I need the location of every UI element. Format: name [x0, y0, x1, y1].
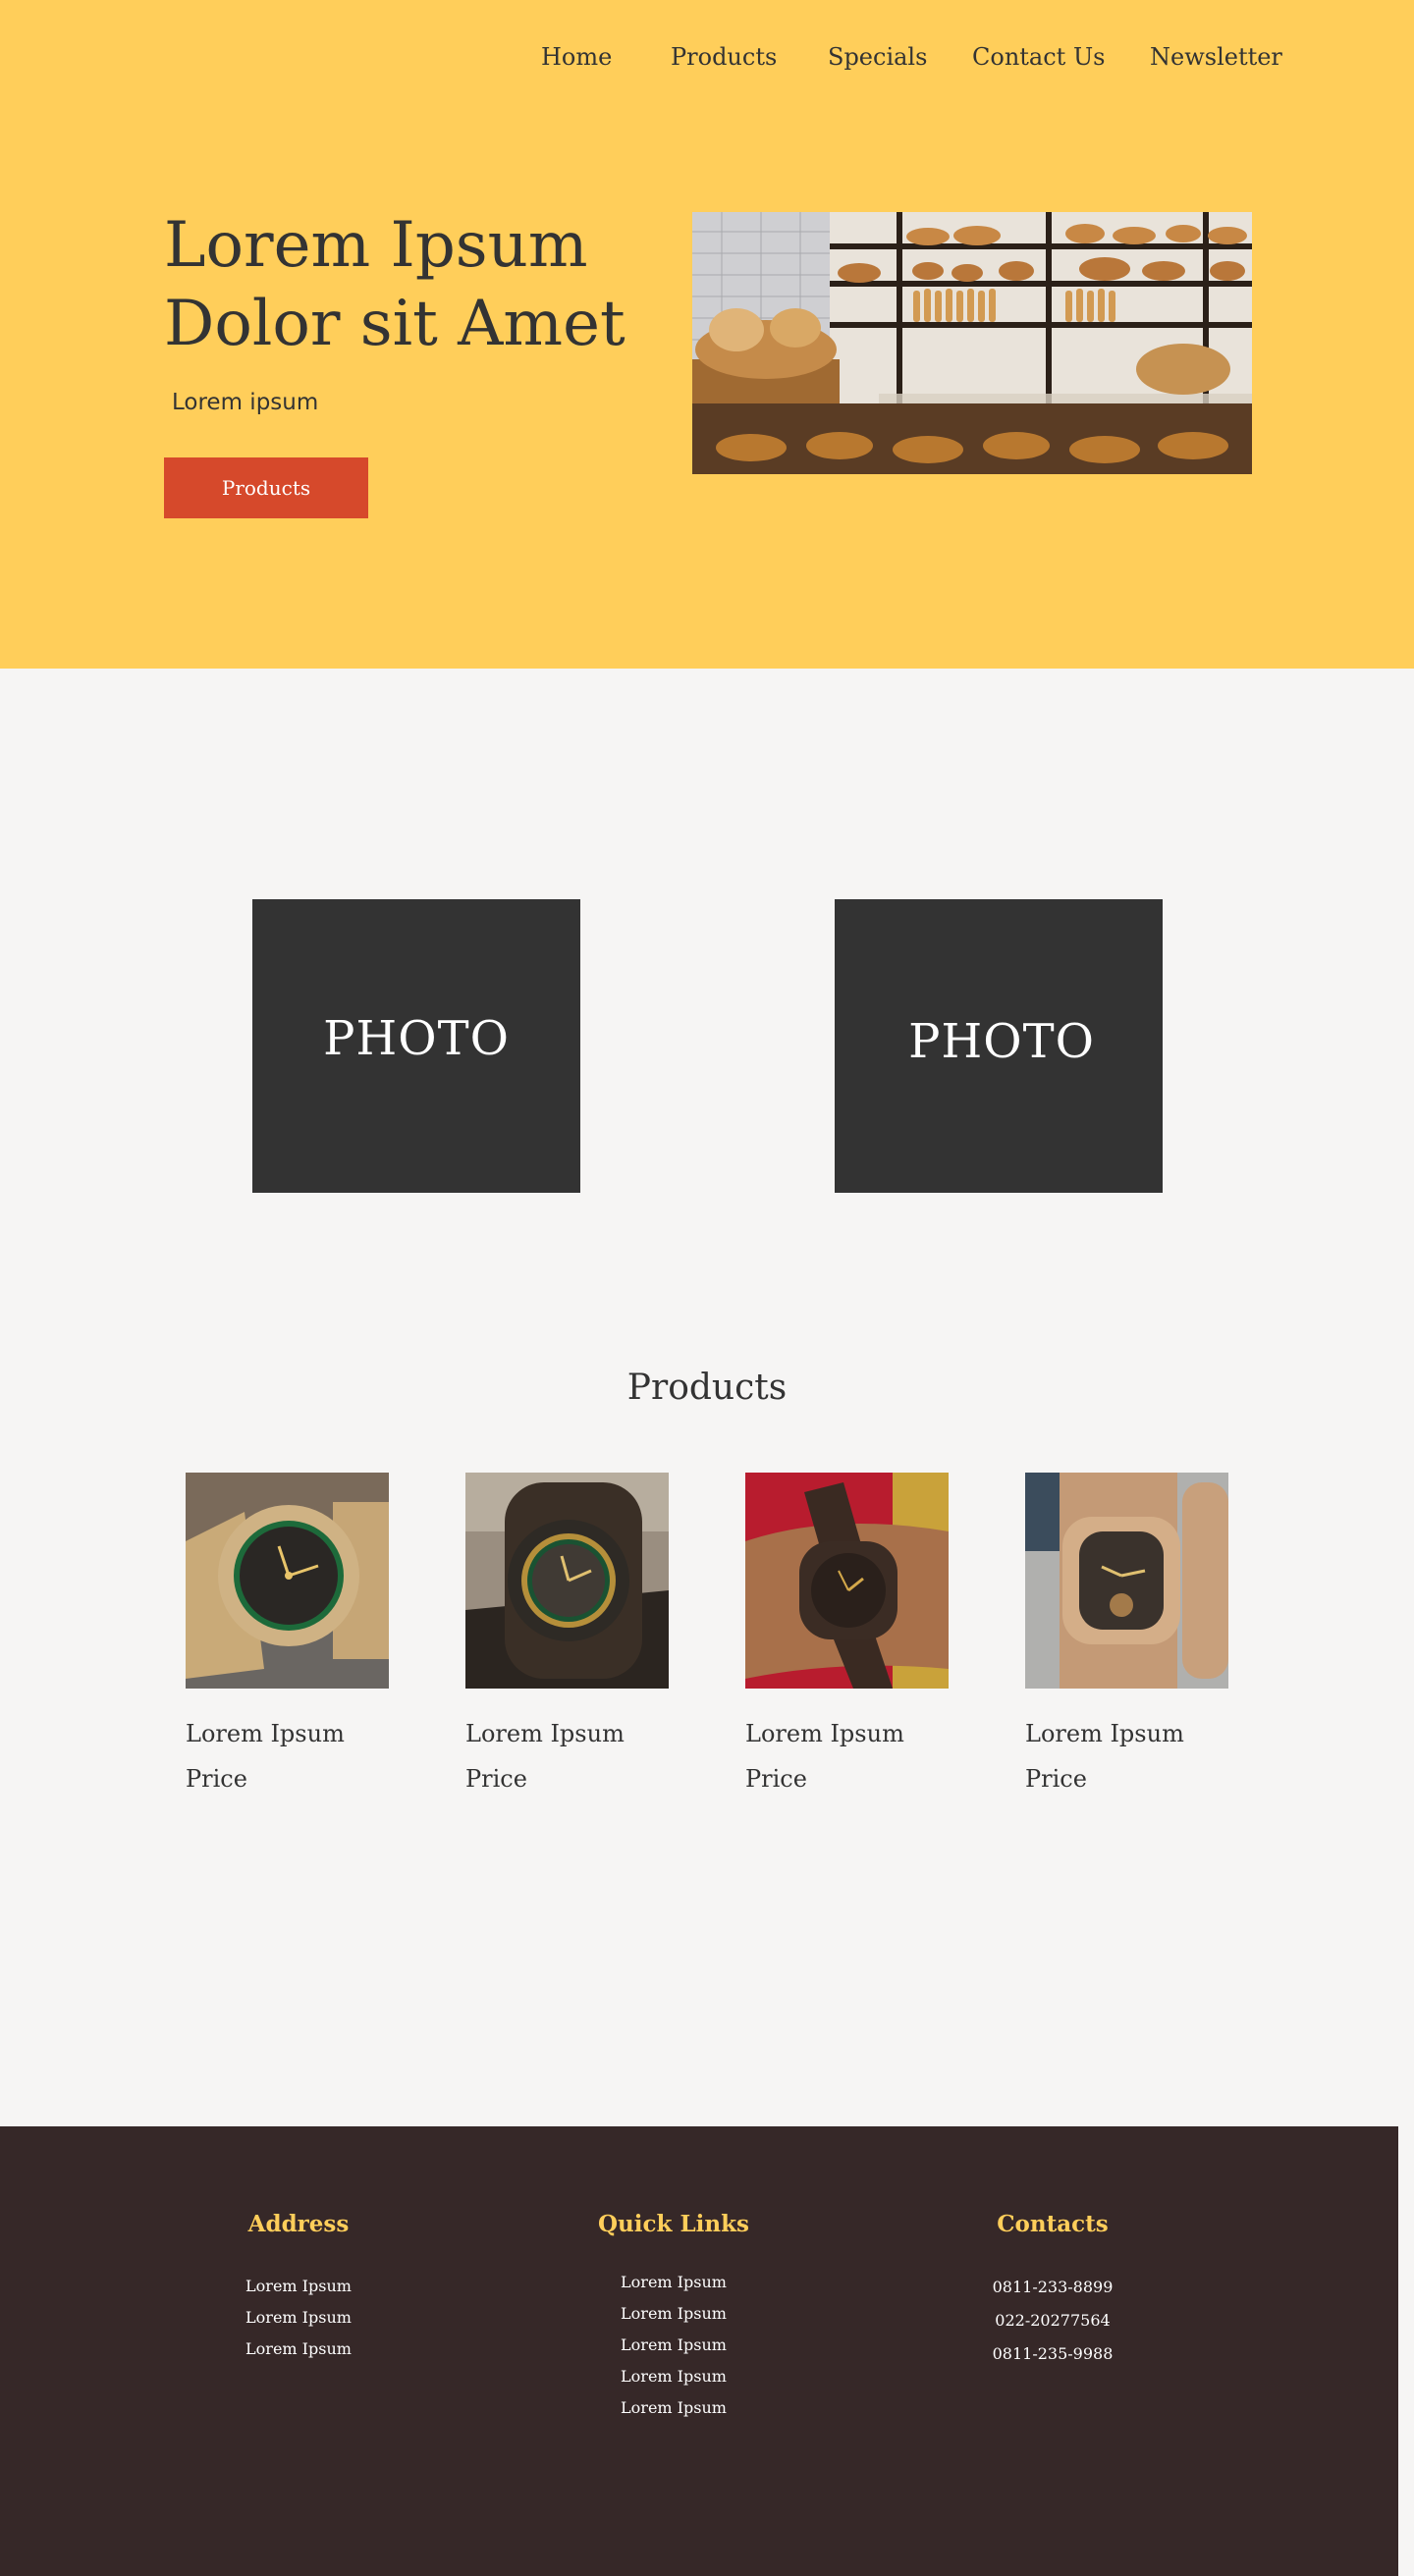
footer-phone: 022-20277564	[995, 2311, 1111, 2330]
footer-address-line: Lorem Ipsum	[245, 2277, 352, 2295]
hero-products-button[interactable]: Products	[164, 457, 368, 518]
footer-address: Address Lorem Ipsum Lorem Ipsum Lorem Ip…	[151, 2211, 446, 2365]
product-price: Price	[1025, 1765, 1087, 1793]
photo-placeholder-right: PHOTO	[835, 899, 1163, 1193]
product-image-wrist-watch[interactable]	[745, 1473, 949, 1689]
product-card[interactable]: Lorem Ipsum Price	[1025, 1473, 1228, 1806]
footer-quick-links-heading: Quick Links	[598, 2211, 749, 2237]
footer-quick-link[interactable]: Lorem Ipsum	[526, 2267, 821, 2298]
product-price: Price	[745, 1765, 807, 1793]
product-card[interactable]: Lorem Ipsum Price	[186, 1473, 389, 1806]
footer-phone: 0811-233-8899	[992, 2278, 1114, 2296]
nav-specials[interactable]: Specials	[828, 43, 927, 71]
product-image-dark-watch[interactable]	[465, 1473, 669, 1689]
footer-quick-link[interactable]: Lorem Ipsum	[526, 2392, 821, 2424]
nav-home[interactable]: Home	[541, 43, 612, 71]
photo-placeholder-left: PHOTO	[252, 899, 580, 1193]
footer-contacts-heading: Contacts	[997, 2211, 1109, 2237]
footer-quick-links: Quick Links Lorem Ipsum Lorem Ipsum Lore…	[526, 2211, 821, 2424]
product-name[interactable]: Lorem Ipsum	[186, 1720, 345, 1747]
product-name[interactable]: Lorem Ipsum	[745, 1720, 904, 1747]
footer-quick-link[interactable]: Lorem Ipsum	[526, 2330, 821, 2361]
footer-address-list: Lorem Ipsum Lorem Ipsum Lorem Ipsum	[151, 2271, 446, 2365]
product-name[interactable]: Lorem Ipsum	[1025, 1720, 1184, 1747]
photo-label-right: PHOTO	[908, 1013, 1095, 1069]
hero-bakery-image	[692, 212, 1252, 474]
nav-newsletter[interactable]: Newsletter	[1150, 43, 1282, 71]
footer-address-heading: Address	[247, 2211, 350, 2237]
footer-contacts-list: 0811-233-8899 022-20277564 0811-235-9988	[905, 2271, 1200, 2371]
hero-subtitle: Lorem ipsum	[172, 390, 319, 415]
product-price: Price	[465, 1765, 527, 1793]
footer-address-line: Lorem Ipsum	[245, 2339, 352, 2358]
footer-quick-links-list: Lorem Ipsum Lorem Ipsum Lorem Ipsum Lore…	[526, 2267, 821, 2424]
footer-address-line: Lorem Ipsum	[245, 2308, 352, 2327]
photo-label-left: PHOTO	[323, 1010, 510, 1066]
hero-title: Lorem Ipsum Dolor sit Amet	[164, 209, 625, 360]
product-name[interactable]: Lorem Ipsum	[465, 1720, 625, 1747]
footer-contacts: Contacts 0811-233-8899 022-20277564 0811…	[905, 2211, 1200, 2371]
product-image-wooden-watch[interactable]	[186, 1473, 389, 1689]
nav-contact-us[interactable]: Contact Us	[972, 43, 1105, 71]
product-card[interactable]: Lorem Ipsum Price	[465, 1473, 669, 1806]
footer-phone: 0811-235-9988	[992, 2344, 1114, 2363]
footer-quick-link[interactable]: Lorem Ipsum	[526, 2361, 821, 2392]
footer-quick-link[interactable]: Lorem Ipsum	[526, 2298, 821, 2330]
hero-section: Home Products Specials Contact Us Newsle…	[0, 0, 1414, 669]
nav-products[interactable]: Products	[671, 43, 777, 71]
product-card[interactable]: Lorem Ipsum Price	[745, 1473, 949, 1806]
product-image-square-watch[interactable]	[1025, 1473, 1228, 1689]
product-price: Price	[186, 1765, 247, 1793]
products-heading: Products	[626, 1368, 788, 1408]
